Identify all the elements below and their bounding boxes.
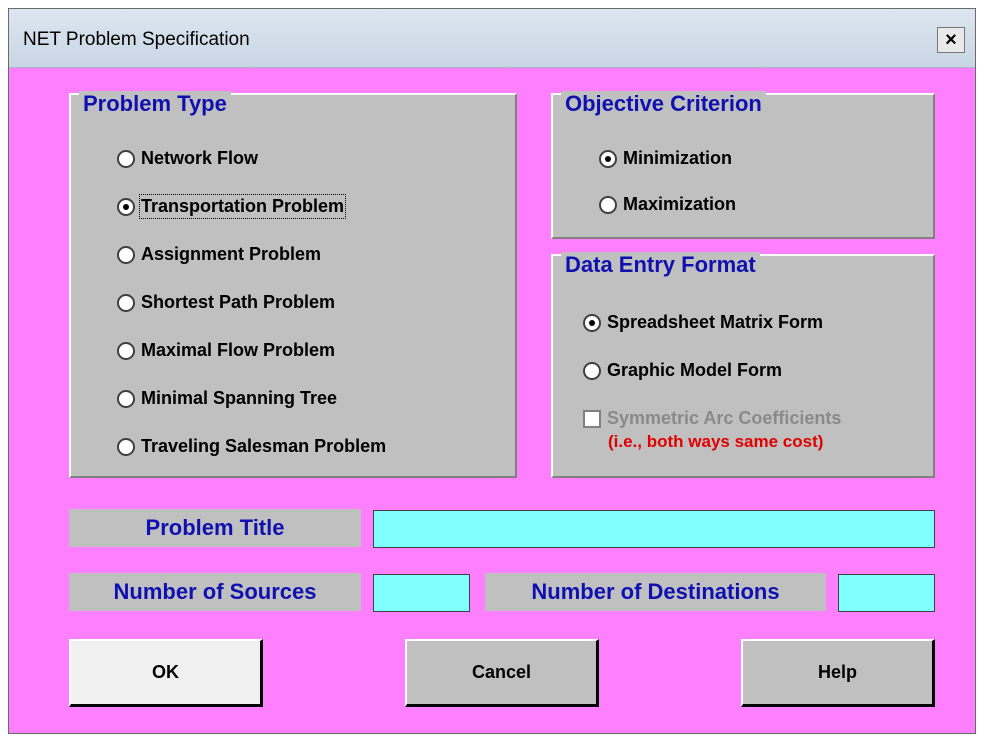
cancel-label: Cancel [471, 662, 532, 682]
destinations-input[interactable] [838, 574, 935, 612]
ok-label: OK [152, 662, 179, 682]
ok-button[interactable]: OK [69, 639, 263, 707]
radio-icon [117, 245, 135, 264]
net-problem-dialog: NET Problem Specification × Problem Type… [8, 8, 976, 734]
help-label: Help [817, 662, 857, 682]
objective-criterion-group: Objective Criterion Minimization Maximiz… [551, 91, 935, 239]
close-icon: × [945, 28, 957, 51]
radio-icon [117, 293, 135, 312]
radio-minimal-spanning-tree[interactable]: Minimal Spanning Tree [117, 388, 337, 409]
problem-type-title: Problem Type [79, 91, 231, 117]
radio-network-flow[interactable]: Network Flow [117, 148, 258, 169]
radio-selected-icon [599, 149, 617, 168]
close-button[interactable]: × [937, 27, 965, 53]
radio-label: Transportation Problem [138, 194, 347, 219]
radio-icon [117, 149, 135, 168]
problem-title-label: Problem Title [69, 509, 361, 547]
radio-label: Minimization [623, 148, 732, 168]
radio-transportation-problem[interactable]: Transportation Problem [117, 194, 347, 219]
cancel-button[interactable]: Cancel [405, 639, 599, 707]
destinations-label: Number of Destinations [485, 573, 826, 611]
radio-shortest-path-problem[interactable]: Shortest Path Problem [117, 292, 335, 313]
symmetric-arc-checkbox[interactable]: Symmetric Arc Coefficients [583, 408, 841, 429]
radio-minimization[interactable]: Minimization [599, 148, 732, 169]
radio-graphic-model-form[interactable]: Graphic Model Form [583, 360, 782, 381]
checkbox-label: Symmetric Arc Coefficients [607, 408, 842, 428]
radio-label: Shortest Path Problem [141, 292, 336, 312]
radio-label: Graphic Model Form [607, 360, 783, 380]
radio-selected-icon [117, 197, 135, 216]
radio-label: Maximization [623, 194, 737, 214]
radio-label: Spreadsheet Matrix Form [607, 312, 824, 332]
radio-label: Traveling Salesman Problem [141, 436, 387, 456]
radio-icon [117, 389, 135, 408]
radio-spreadsheet-matrix-form[interactable]: Spreadsheet Matrix Form [583, 312, 823, 333]
sources-label: Number of Sources [69, 573, 361, 611]
radio-label: Assignment Problem [141, 244, 322, 264]
radio-icon [117, 437, 135, 456]
data-entry-format-group: Data Entry Format Spreadsheet Matrix For… [551, 252, 935, 478]
symmetric-arc-note: (i.e., both ways same cost) [608, 432, 824, 451]
radio-icon [117, 341, 135, 360]
radio-icon [583, 361, 601, 380]
radio-maximization[interactable]: Maximization [599, 194, 736, 215]
problem-type-group: Problem Type Network Flow Transportation… [69, 91, 517, 478]
radio-label: Network Flow [141, 148, 259, 168]
window-title: NET Problem Specification [23, 29, 250, 50]
problem-title-input[interactable] [373, 510, 935, 548]
data-entry-format-title: Data Entry Format [561, 252, 760, 278]
radio-selected-icon [583, 313, 601, 332]
objective-criterion-title: Objective Criterion [561, 91, 766, 117]
sources-input[interactable] [373, 574, 470, 612]
radio-icon [599, 195, 617, 214]
radio-traveling-salesman-problem[interactable]: Traveling Salesman Problem [117, 436, 386, 457]
radio-label: Minimal Spanning Tree [141, 388, 338, 408]
radio-maximal-flow-problem[interactable]: Maximal Flow Problem [117, 340, 335, 361]
radio-assignment-problem[interactable]: Assignment Problem [117, 244, 321, 265]
help-button[interactable]: Help [741, 639, 935, 707]
radio-label: Maximal Flow Problem [141, 340, 336, 360]
title-bar[interactable]: NET Problem Specification × [9, 9, 975, 68]
checkbox-icon [583, 409, 601, 428]
